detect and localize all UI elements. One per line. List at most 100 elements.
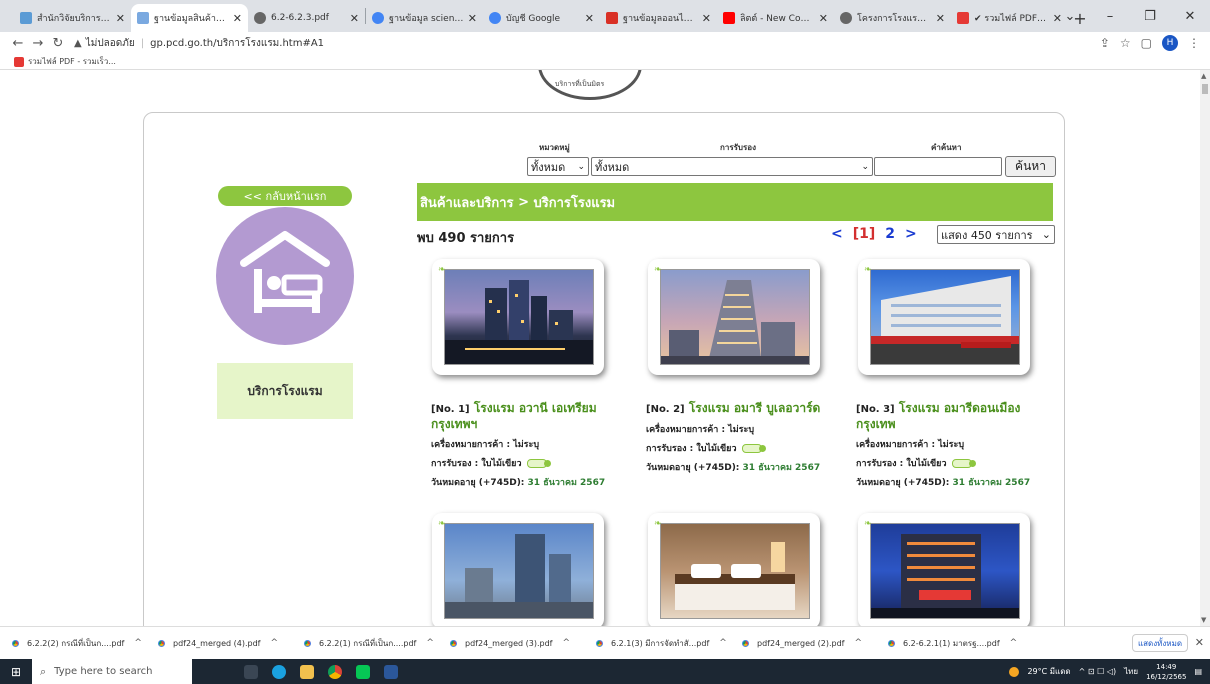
edge-icon[interactable] [272,664,286,679]
breadcrumb-root[interactable]: สินค้าและบริการ [420,192,514,213]
page-2-link[interactable]: 2 [885,226,895,242]
hotel-card-image[interactable]: ❧ [648,513,820,626]
chevron-up-icon[interactable]: ^ [719,638,727,648]
breadcrumb: สินค้าและบริการ > บริการโรงแรม [417,183,1053,221]
scroll-up-icon[interactable]: ▲ [1201,72,1206,80]
tab-label: ลิตต์ - New Country [ [740,14,815,24]
close-icon[interactable]: ✕ [702,12,711,25]
close-window-button[interactable]: ✕ [1170,9,1210,24]
download-item[interactable]: 6.2.2(2) กรณีที่เป็นก....pdf ^ [10,637,156,650]
prev-page-link[interactable]: < [831,226,843,242]
hotel-title[interactable]: [No. 2] โรงแรม อมารี บูเลอวาร์ด [646,401,846,417]
chevron-down-icon: ⌄ [861,161,869,172]
close-icon[interactable]: ✕ [233,12,242,25]
line-icon[interactable] [356,664,370,679]
browser-tab[interactable]: 6.2-6.2.3.pdf ✕ [248,4,365,32]
browser-tab[interactable]: ลิตต์ - New Country [ ✕ [717,4,834,32]
page-size-select[interactable]: แสดง 450 รายการ ⌄ [937,225,1055,244]
page-scrollbar[interactable]: ▲ ▼ [1200,70,1210,626]
clock[interactable]: 14:49 16/12/2565 [1146,662,1186,682]
cert-row: การรับรอง : ใบไม้เขียว [646,441,846,455]
download-filename: 6.2.2(1) กรณีที่เป็นก....pdf [319,638,417,648]
star-icon[interactable]: ☆ [1120,36,1131,50]
expiry-row: วันหมดอายุ (+745D): 31 ธันวาคม 2567 [856,475,1056,489]
notification-icon[interactable]: ▤ [1194,667,1202,676]
file-explorer-icon[interactable] [300,664,314,679]
hotel-card-image[interactable]: ❧ [648,259,820,375]
minimize-button[interactable]: – [1090,9,1130,24]
category-select[interactable]: ทั้งหมด ⌄ [527,157,589,176]
weather-text[interactable]: 29°C มีแดด [1027,665,1070,678]
download-item[interactable]: pdf24_merged (4).pdf ^ [156,637,302,649]
browser-tab[interactable]: สำนักวิจัยบริการพลังงาน ✕ [14,4,131,32]
forward-arrow-icon[interactable]: → [28,36,48,51]
chevron-up-icon[interactable]: ^ [1010,638,1018,648]
download-item[interactable]: 6.2.2(1) กรณีที่เป็นก....pdf ^ [302,637,448,650]
browser-tab[interactable]: ฐานข้อมูล science direct ✕ [366,4,483,32]
browser-tab[interactable]: ฐานข้อมูลออนไลน์ของสำ ✕ [600,4,717,32]
hotel-title[interactable]: [No. 1] โรงแรม อวานี เอเทรียม กรุงเทพฯ [431,401,631,432]
profile-avatar[interactable]: H [1162,35,1178,51]
hotel-card-image[interactable]: ❧ [432,259,604,375]
taskbar-search[interactable]: ⌕ Type here to search [32,659,192,684]
browser-tab-active[interactable]: ฐานข้อมูลสินค้าและบริการ ✕ [131,4,248,32]
close-icon[interactable]: ✕ [585,12,594,25]
browser-tab[interactable]: บัญชี Google ✕ [483,4,600,32]
cert-text: การรับรอง : ใบไม้เขียว [856,459,947,469]
back-arrow-icon[interactable]: ← [8,36,28,51]
close-icon[interactable]: ✕ [819,12,828,25]
search-input[interactable] [874,157,1002,176]
restore-button[interactable]: ❐ [1130,9,1170,24]
bookmark-item[interactable]: รวมไฟล์ PDF - รวมเร็ว... [28,55,116,68]
hotel-card-image[interactable]: ❧ [858,513,1030,626]
tab-label: สำนักวิจัยบริการพลังงาน [37,14,112,24]
download-item[interactable]: pdf24_merged (3).pdf ^ [448,637,594,649]
language-indicator[interactable]: ไทย [1124,665,1138,678]
expiry-date: 31 ธันวาคม 2567 [952,478,1031,488]
side-panel-icon[interactable]: ▢ [1141,36,1152,50]
chrome-taskbar-icon[interactable] [328,664,342,679]
tray-icons[interactable]: ^ ⊡ ☐ ◁) [1079,667,1116,676]
download-item[interactable]: 6.2.1(3) มีการจัดทำสั...pdf ^ [594,637,740,650]
reload-icon[interactable]: ↻ [48,36,68,51]
chevron-up-icon[interactable]: ^ [270,638,278,648]
result-count: พบ 490 รายการ [417,231,515,246]
download-item[interactable]: pdf24_merged (2).pdf ^ [740,637,886,649]
word-icon[interactable] [384,664,398,679]
search-button[interactable]: ค้นหา [1005,156,1056,177]
show-all-downloads-button[interactable]: แสดงทั้งหมด [1132,634,1188,652]
close-icon[interactable]: ✕ [1195,636,1204,649]
leaf-icon: ❧ [864,265,872,275]
task-view-icon[interactable] [244,664,258,679]
menu-icon[interactable]: ⋮ [1188,36,1200,50]
share-icon[interactable]: ⇪ [1100,36,1110,50]
scroll-thumb[interactable] [1202,84,1208,94]
chevron-up-icon[interactable]: ^ [134,638,142,648]
tab-search-icon[interactable]: ⌄ [1050,9,1090,24]
browser-tab[interactable]: โครงการโรงแรมที่เป็นมิตร ✕ [834,4,951,32]
close-icon[interactable]: ✕ [936,12,945,25]
scroll-down-icon[interactable]: ▼ [1201,616,1206,624]
chevron-up-icon[interactable]: ^ [562,638,570,648]
download-item[interactable]: 6.2-6.2.1(1) มาตรฐ....pdf ^ [886,637,1032,650]
chevron-up-icon[interactable]: ^ [854,638,862,648]
pagination: < [1] 2 > [831,226,917,242]
category-box[interactable]: บริการโรงแรม [217,363,353,419]
hotel-photo [870,523,1020,619]
next-page-link[interactable]: > [905,226,917,242]
close-icon[interactable]: ✕ [350,12,359,25]
expiry-row: วันหมดอายุ (+745D): 31 ธันวาคม 2567 [646,460,846,474]
address-bar[interactable]: ▲ ไม่ปลอดภัย | gp.pcd.go.th/บริการโรงแรม… [74,33,324,53]
chevron-up-icon[interactable]: ^ [426,638,434,648]
weather-icon [1009,666,1020,677]
close-icon[interactable]: ✕ [116,12,125,25]
back-home-button[interactable]: << กลับหน้าแรก [218,186,352,206]
close-icon[interactable]: ✕ [468,12,477,25]
category-value: ทั้งหมด [531,160,566,174]
hotel-card-image[interactable]: ❧ [432,513,604,626]
tab-label: ฐานข้อมูล science direct [389,14,464,24]
hotel-card-image[interactable]: ❧ [858,259,1030,375]
windows-start-icon[interactable]: ⊞ [0,665,32,679]
hotel-title[interactable]: [No. 3] โรงแรม อมารีดอนเมือง กรุงเทพ [856,401,1056,432]
cert-select[interactable]: ทั้งหมด ⌄ [591,157,873,176]
